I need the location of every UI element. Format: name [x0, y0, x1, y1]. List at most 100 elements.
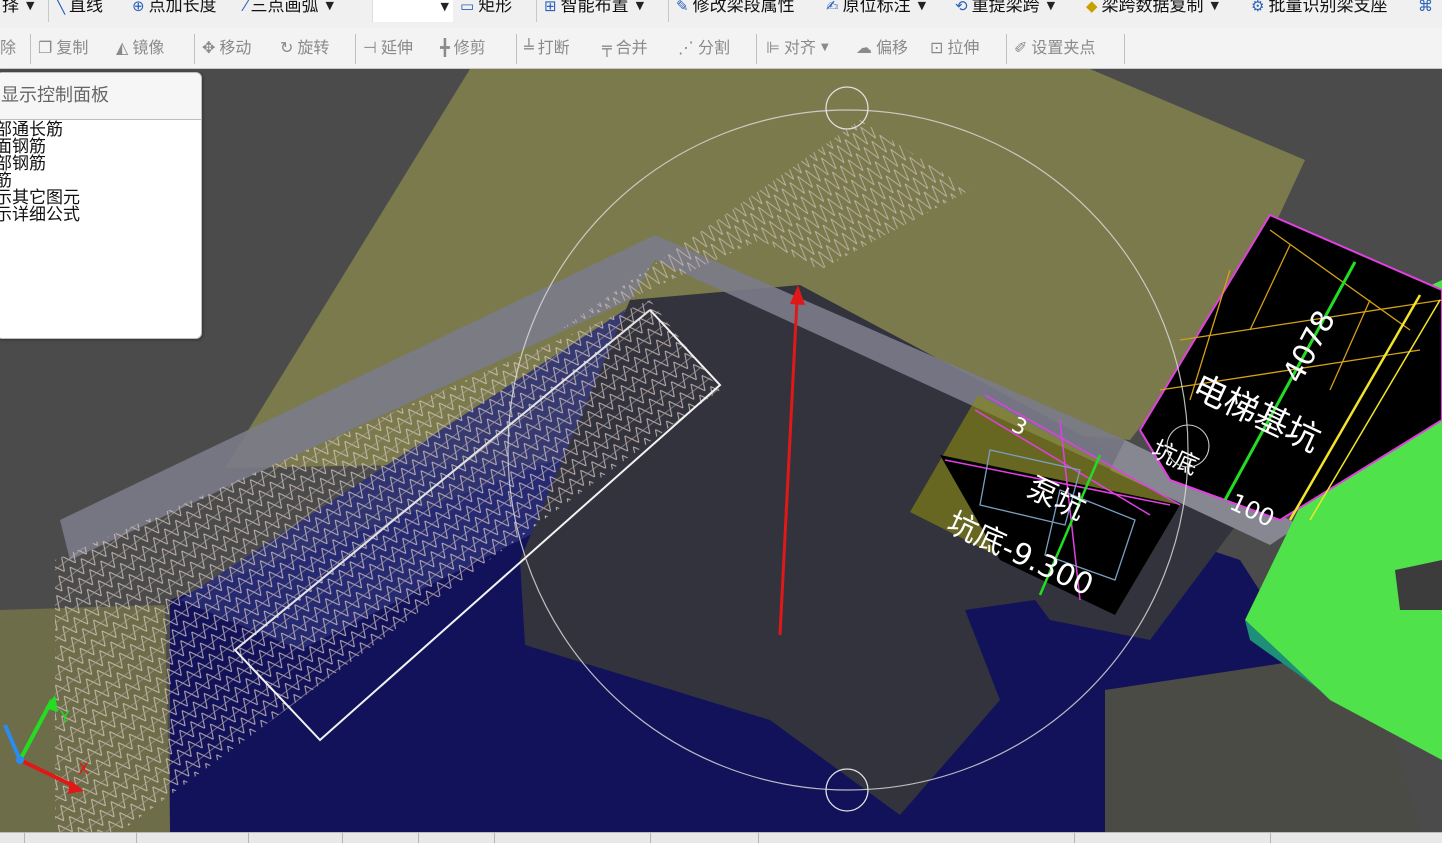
break-button[interactable]: ╧ 打断 — [524, 37, 570, 59]
modify-span-button[interactable]: ✎ 修改梁段属性 — [676, 0, 795, 20]
chevron-down-icon: ▼ — [820, 42, 829, 53]
arc-icon: ⁄ — [244, 0, 247, 15]
separator — [668, 0, 669, 22]
arc-dropdown[interactable]: ⁄ 三点画弧 ▼ — [244, 0, 334, 20]
stretch-label: 拉伸 — [947, 38, 980, 57]
annotate-icon: ✍ — [826, 0, 839, 15]
reextract-label: 重提梁跨 — [971, 0, 1040, 16]
trim-button[interactable]: ╋ 修剪 — [440, 37, 486, 59]
extend-button[interactable]: ⊣ 延伸 — [363, 37, 413, 59]
reextract-icon: ⟲ — [955, 0, 968, 15]
rectangle-label: 矩形 — [478, 0, 513, 16]
display-control-panel[interactable]: 显示控制面板 部通长筋 面钢筋 部钢筋 筋 示其它图元 示详细公式 — [0, 72, 202, 339]
set-grip-button[interactable]: ✐ 设置夹点 — [1014, 37, 1095, 59]
align-dropdown[interactable]: ⊫ 对齐 ▼ — [766, 37, 829, 59]
panel-item[interactable]: 部钢筋 — [0, 156, 201, 173]
span-copy-dropdown[interactable]: ◆ 梁跨数据复制 ▼ — [1086, 0, 1219, 20]
move-icon: ✥ — [202, 38, 216, 57]
stretch-icon: ⊡ — [930, 38, 944, 57]
more-icon: ⌘ — [1418, 0, 1433, 15]
rectangle-button[interactable]: ▭ 矩形 — [460, 0, 512, 20]
reextract-span-dropdown[interactable]: ⟲ 重提梁跨 ▼ — [955, 0, 1055, 20]
merge-label: 合并 — [615, 38, 648, 57]
grip-icon: ✐ — [1014, 38, 1028, 57]
offset-icon: ☁ — [856, 38, 872, 57]
line-label: 直线 — [69, 0, 104, 16]
separator — [30, 34, 31, 64]
batch-identify-label: 批量识别梁支座 — [1268, 0, 1388, 16]
copy-icon: ❐ — [38, 38, 53, 57]
separator — [194, 34, 195, 64]
copy-data-icon: ◆ — [1086, 0, 1098, 15]
rotate-icon: ↻ — [280, 38, 294, 57]
trim-icon: ╋ — [440, 38, 450, 57]
separator — [1006, 34, 1007, 64]
mirror-button[interactable]: ◭ 镜像 — [116, 37, 164, 59]
chevron-down-icon: ▼ — [917, 0, 927, 12]
separator — [355, 34, 356, 64]
y-axis-label: Y — [59, 707, 70, 726]
select-label: 择 — [2, 0, 19, 16]
more-tools-button[interactable]: ⌘ — [1418, 0, 1433, 20]
mirror-label: 镜像 — [132, 38, 165, 57]
x-axis-label: X — [78, 759, 89, 778]
edit-toolbar: 除 ❐ 复制 ◭ 镜像 ✥ 移动 ↻ 旋转 ⊣ 延伸 ╋ 修剪 ╧ 打断 ╤ 合并 ⋰ 分割 ⊫ 对… — [0, 28, 1442, 69]
smart-layout-label: 智能布置 — [560, 0, 629, 16]
panel-item[interactable]: 示详细公式 — [0, 207, 201, 224]
batch-identify-icon: ⚙ — [1251, 0, 1265, 15]
arc-label: 三点画弧 — [250, 0, 319, 16]
inplace-annotation-dropdown[interactable]: ✍ 原位标注 ▼ — [826, 0, 926, 20]
panel-title: 显示控制面板 — [0, 73, 201, 120]
inplace-label: 原位标注 — [842, 0, 911, 16]
rotate-label: 旋转 — [297, 38, 330, 57]
3d-viewport[interactable]: 电梯基坑 4078 坑底 100 泵坑 坑底-9.300 3 Y X — [0, 69, 1442, 832]
chevron-down-icon: ▼ — [440, 0, 449, 13]
stretch-button[interactable]: ⊡ 拉伸 — [930, 37, 979, 59]
offset-button[interactable]: ☁ 偏移 — [856, 37, 908, 59]
chevron-down-icon: ▼ — [26, 0, 35, 12]
batch-identify-button[interactable]: ⚙ 批量识别梁支座 — [1251, 0, 1387, 20]
status-bar — [0, 832, 1442, 843]
modify-span-label: 修改梁段属性 — [692, 0, 795, 16]
smart-layout-dropdown[interactable]: ⊞ 智能布置 ▼ — [544, 0, 644, 20]
line-icon: ╲ — [56, 0, 66, 15]
chevron-down-icon: ▼ — [1210, 0, 1220, 12]
align-icon: ⊫ — [766, 38, 780, 57]
separator — [756, 34, 757, 64]
move-button[interactable]: ✥ 移动 — [202, 37, 251, 59]
rotate-button[interactable]: ↻ 旋转 — [280, 37, 329, 59]
line-style-select[interactable]: ▼ — [372, 0, 453, 22]
add-point-icon: ⊕ — [132, 0, 145, 15]
mirror-icon: ◭ — [116, 38, 129, 57]
merge-icon: ╤ — [602, 38, 612, 57]
chevron-down-icon: ▼ — [1046, 0, 1056, 12]
rectangle-icon: ▭ — [460, 0, 475, 15]
merge-button[interactable]: ╤ 合并 — [602, 37, 648, 59]
separator — [1124, 34, 1125, 64]
break-label: 打断 — [537, 38, 570, 57]
separator — [516, 34, 517, 64]
span-copy-label: 梁跨数据复制 — [1101, 0, 1204, 16]
extend-icon: ⊣ — [363, 38, 377, 57]
select-dropdown[interactable]: 择 ▼ — [2, 0, 34, 20]
point-length-button[interactable]: ⊕ 点加长度 — [132, 0, 217, 20]
scene-canvas[interactable]: 电梯基坑 4078 坑底 100 泵坑 坑底-9.300 3 Y X — [0, 69, 1442, 832]
split-button[interactable]: ⋰ 分割 — [678, 37, 730, 59]
separator — [536, 0, 537, 22]
move-label: 移动 — [219, 38, 252, 57]
copy-label: 复制 — [56, 38, 89, 57]
modify-icon: ✎ — [676, 0, 689, 15]
point-length-label: 点加长度 — [148, 0, 217, 16]
copy-button[interactable]: ❐ 复制 — [38, 37, 88, 59]
chevron-down-icon: ▼ — [325, 0, 334, 12]
main-toolbar: 择 ▼ ╲ 直线 ⊕ 点加长度 ⁄ 三点画弧 ▼ ▼ ▭ 矩形 ⊞ 智能布置 ▼ ✎ 修改梁段属性… — [0, 0, 1442, 29]
separator — [48, 0, 49, 22]
split-icon: ⋰ — [678, 38, 694, 57]
smart-layout-icon: ⊞ — [544, 0, 557, 15]
trim-label: 修剪 — [453, 38, 486, 57]
break-icon: ╧ — [524, 38, 534, 57]
set-grip-label: 设置夹点 — [1031, 38, 1096, 57]
delete-button[interactable]: 除 — [0, 37, 16, 59]
delete-label: 除 — [0, 38, 17, 57]
line-button[interactable]: ╲ 直线 — [56, 0, 103, 20]
